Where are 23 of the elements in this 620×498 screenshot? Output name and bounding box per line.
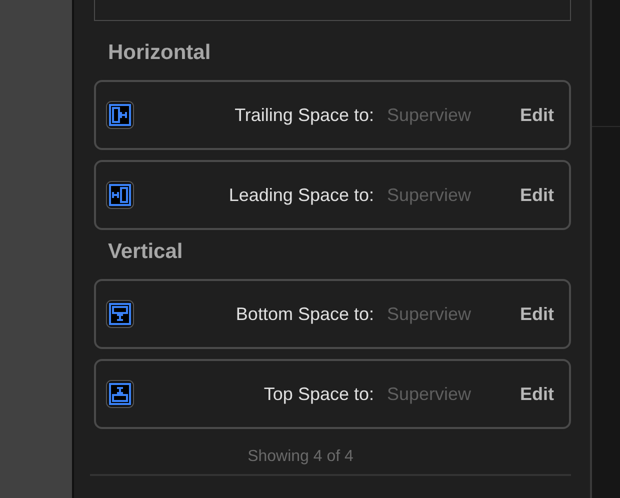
- constraint-target: Superview: [387, 384, 472, 404]
- constraint-target: Superview: [387, 304, 472, 324]
- constraint-label: Top Space to:: [262, 384, 374, 404]
- constraint-count: Showing 4 of 4: [246, 448, 354, 466]
- leading-space-icon: [106, 181, 134, 209]
- edit-button[interactable]: Edit: [520, 184, 554, 206]
- section-heading: Vertical: [107, 240, 184, 265]
- constraint-target: Superview: [387, 104, 472, 126]
- top-space-icon: [106, 380, 134, 408]
- constraint-label: Bottom Space to:: [234, 304, 374, 324]
- constraint-row[interactable]: Leading Space to: Superview Edit: [94, 160, 571, 230]
- constraint-row[interactable]: Top Space to: Superview Edit: [94, 359, 571, 429]
- edit-button[interactable]: Edit: [520, 104, 554, 126]
- constraint-row[interactable]: Bottom Space to: Superview Edit: [94, 279, 571, 349]
- constraint-label: Trailing Space to:: [234, 104, 374, 126]
- constraint-label: Leading Space to:: [228, 184, 374, 206]
- constraint-row[interactable]: Trailing Space to: Superview Edit: [94, 80, 571, 150]
- section-heading: Horizontal: [107, 41, 212, 66]
- trailing-space-icon: [106, 101, 134, 129]
- edit-button[interactable]: Edit: [520, 304, 554, 324]
- edit-button[interactable]: Edit: [520, 384, 554, 404]
- constraint-target: Superview: [387, 184, 472, 206]
- bottom-space-icon: [106, 300, 134, 328]
